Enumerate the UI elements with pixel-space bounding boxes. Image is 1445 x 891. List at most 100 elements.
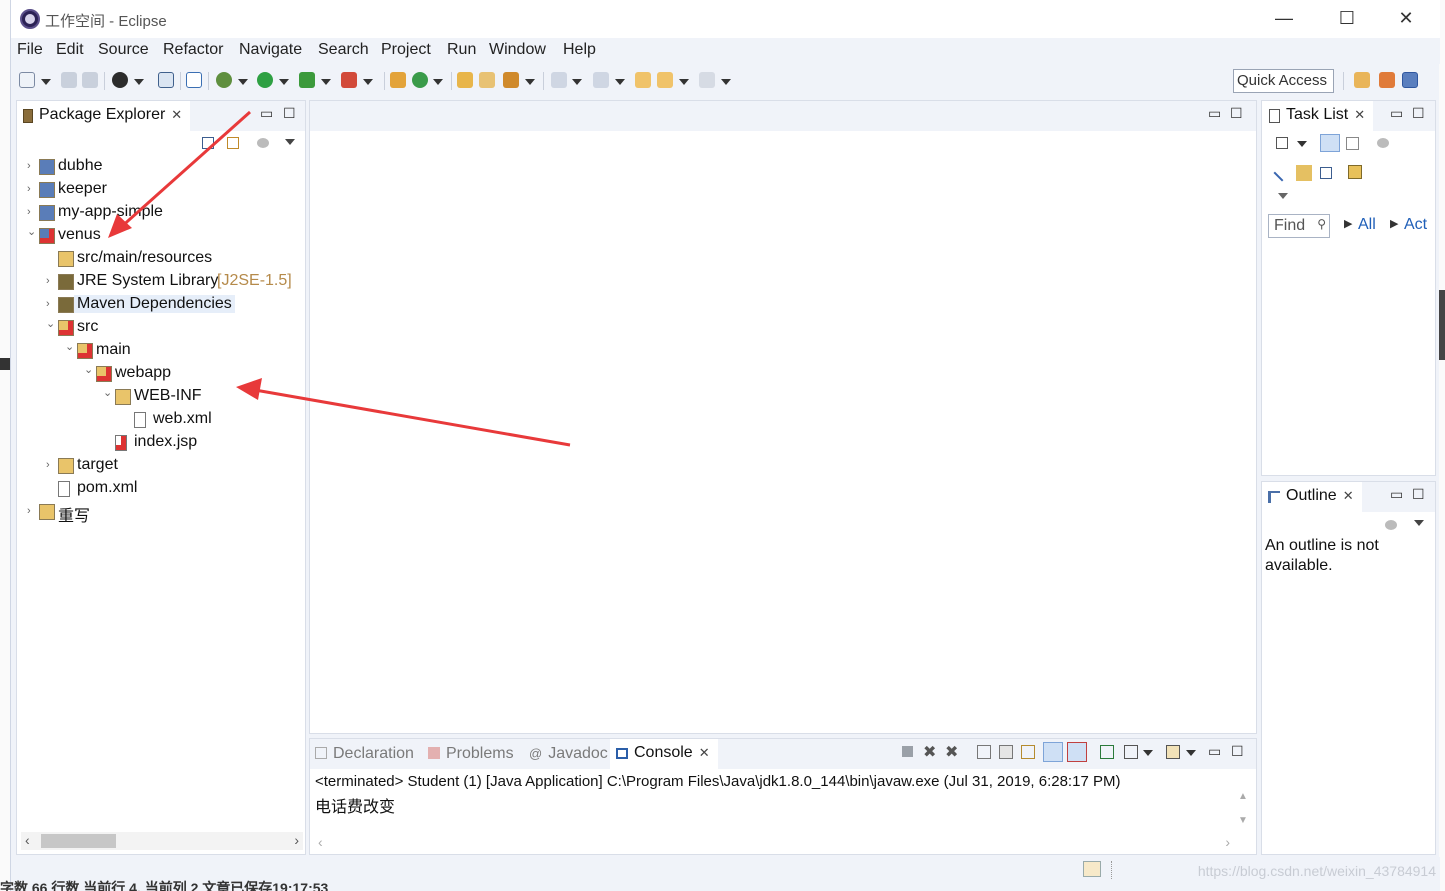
- minimize-view-icon[interactable]: ▭: [1390, 105, 1403, 122]
- maximize-view-icon[interactable]: ☐: [1231, 743, 1244, 760]
- tree-item[interactable]: › target: [17, 455, 297, 478]
- chevron-right-icon[interactable]: ›: [27, 206, 37, 218]
- show-on-stderr-icon[interactable]: [1067, 742, 1087, 762]
- clear-console-icon[interactable]: [977, 745, 991, 759]
- new-icon[interactable]: [19, 72, 35, 88]
- new-task-icon[interactable]: [1276, 137, 1288, 149]
- maximize-button[interactable]: ☐: [1327, 8, 1367, 30]
- tree-item[interactable]: › Maven Dependencies: [17, 294, 297, 317]
- tree-item[interactable]: web.xml: [17, 409, 297, 432]
- chevron-down-icon[interactable]: ⌄: [65, 340, 75, 353]
- close-button[interactable]: ✕: [1386, 8, 1426, 30]
- new-java-project-icon[interactable]: [390, 72, 406, 88]
- next-annotation-dropdown-icon[interactable]: [572, 79, 582, 85]
- close-icon[interactable]: ✕: [1354, 107, 1365, 122]
- open-type-icon[interactable]: [457, 72, 473, 88]
- coverage-dropdown-icon[interactable]: [321, 79, 331, 85]
- tree-item[interactable]: src/main/resources: [17, 248, 297, 271]
- menu-help[interactable]: Help: [563, 41, 596, 59]
- chevron-right-icon[interactable]: ›: [46, 275, 56, 287]
- tab-declaration[interactable]: Declaration: [315, 745, 414, 763]
- open-console-dropdown-icon[interactable]: [1186, 750, 1196, 756]
- minimize-view-icon[interactable]: ▭: [1208, 743, 1221, 760]
- view-menu-icon[interactable]: [285, 139, 295, 145]
- menu-navigate[interactable]: Navigate: [239, 41, 302, 59]
- hide-completed-icon[interactable]: [1273, 164, 1291, 182]
- new-task-dropdown-icon[interactable]: [1297, 141, 1307, 147]
- link-with-editor-icon[interactable]: [227, 137, 239, 149]
- chevron-down-icon[interactable]: ⌄: [84, 363, 94, 376]
- save-icon[interactable]: [61, 72, 77, 88]
- collapse-all-icon[interactable]: [1320, 167, 1332, 179]
- horizontal-scrollbar[interactable]: ‹ ›: [21, 832, 303, 850]
- menu-search[interactable]: Search: [318, 41, 369, 59]
- progress-icon[interactable]: [1083, 861, 1101, 877]
- chevron-right-icon[interactable]: ›: [46, 298, 56, 310]
- minimize-editor-icon[interactable]: ▭: [1208, 105, 1221, 122]
- java-perspective-icon[interactable]: [1402, 72, 1418, 88]
- focus-icon[interactable]: [1377, 138, 1389, 148]
- next-annotation-icon[interactable]: [551, 72, 567, 88]
- close-icon[interactable]: ✕: [1343, 488, 1354, 503]
- close-icon[interactable]: ✕: [699, 745, 710, 760]
- scroll-up-icon[interactable]: ▲: [1238, 791, 1248, 802]
- tree-item[interactable]: › my-app-simple: [17, 202, 297, 225]
- menu-run[interactable]: Run: [447, 41, 476, 59]
- menu-refactor[interactable]: Refactor: [163, 41, 223, 59]
- forward-icon[interactable]: [699, 72, 715, 88]
- previous-annotation-dropdown-icon[interactable]: [615, 79, 625, 85]
- save-all-icon[interactable]: [82, 72, 98, 88]
- focus-icon[interactable]: [257, 138, 269, 148]
- tree-item[interactable]: › JRE System Library [J2SE-1.5]: [17, 271, 297, 294]
- console-output[interactable]: 电话费改变: [315, 793, 395, 817]
- chevron-right-icon[interactable]: ›: [27, 183, 37, 195]
- external-tools-dropdown-icon[interactable]: [363, 79, 373, 85]
- open-perspective-icon[interactable]: [1354, 72, 1370, 88]
- open-task-icon[interactable]: [479, 72, 495, 88]
- filter-act-link[interactable]: Act: [1404, 216, 1427, 234]
- scroll-left-icon[interactable]: ‹: [318, 834, 323, 850]
- chevron-right-icon[interactable]: ›: [27, 160, 37, 172]
- menu-window[interactable]: Window: [489, 41, 546, 59]
- task-find-input[interactable]: Find ⚲: [1268, 214, 1330, 238]
- tree-item[interactable]: ⌄ WEB-INF: [17, 386, 297, 409]
- profile-icon[interactable]: [112, 72, 128, 88]
- tab-outline[interactable]: Outline ✕: [1262, 482, 1362, 512]
- menu-project[interactable]: Project: [381, 41, 431, 59]
- chevron-right-icon[interactable]: ›: [46, 459, 56, 471]
- synchronize-icon[interactable]: [1296, 165, 1312, 181]
- tree-item[interactable]: ⌄ src: [17, 317, 297, 340]
- maximize-view-icon[interactable]: ☐: [283, 105, 296, 122]
- editor-area[interactable]: ▭ ☐: [309, 100, 1257, 734]
- pin-console-icon[interactable]: [1100, 745, 1114, 759]
- scheduled-icon[interactable]: [1346, 137, 1359, 150]
- scroll-right-icon[interactable]: ›: [1225, 834, 1230, 850]
- word-wrap-icon[interactable]: [1021, 745, 1035, 759]
- tab-problems[interactable]: Problems: [428, 745, 514, 763]
- maximize-view-icon[interactable]: ☐: [1412, 105, 1425, 122]
- collapse-all-icon[interactable]: [202, 137, 214, 149]
- view-menu-icon[interactable]: [1278, 193, 1288, 199]
- minimize-view-icon[interactable]: ▭: [1390, 486, 1403, 503]
- menu-file[interactable]: File: [17, 41, 43, 59]
- debug-icon[interactable]: [216, 72, 232, 88]
- scrollbar-thumb[interactable]: [41, 834, 116, 848]
- maximize-editor-icon[interactable]: ☐: [1230, 105, 1243, 122]
- menu-source[interactable]: Source: [98, 41, 149, 59]
- categorized-icon[interactable]: [1320, 134, 1340, 152]
- run-icon[interactable]: [257, 72, 273, 88]
- minimize-view-icon[interactable]: ▭: [260, 105, 273, 122]
- tree-item[interactable]: pom.xml: [17, 478, 297, 501]
- tree-item[interactable]: › keeper: [17, 179, 297, 202]
- display-console-dropdown-icon[interactable]: [1143, 750, 1153, 756]
- horizontal-scrollbar[interactable]: ‹ ›: [314, 834, 1234, 852]
- chevron-down-icon[interactable]: ⌄: [46, 317, 56, 330]
- menu-edit[interactable]: Edit: [56, 41, 84, 59]
- tree-item[interactable]: ⌄ main: [17, 340, 297, 363]
- scroll-lock-icon[interactable]: [999, 745, 1013, 759]
- debug-dropdown-icon[interactable]: [238, 79, 248, 85]
- search-dropdown-icon[interactable]: [525, 79, 535, 85]
- tree-item[interactable]: ⌄ webapp: [17, 363, 297, 386]
- run-dropdown-icon[interactable]: [279, 79, 289, 85]
- tab-javadoc[interactable]: @ Javadoc: [529, 745, 608, 763]
